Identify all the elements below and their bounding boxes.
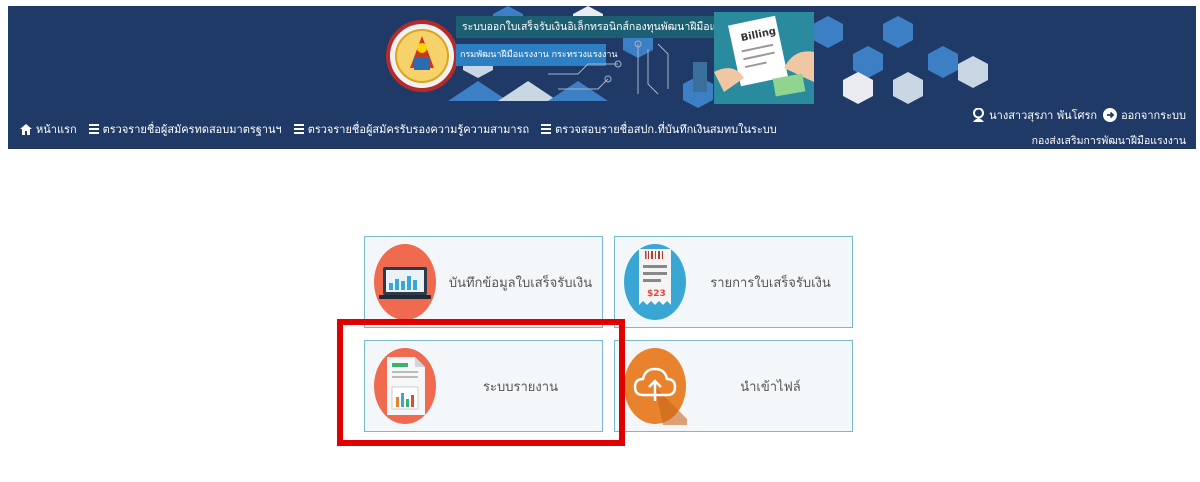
- circuit-decoration: [548, 40, 707, 95]
- logout-button[interactable]: ออกจากระบบ: [1103, 106, 1186, 124]
- card-import-file-label: นำเข้าไฟล์: [740, 379, 801, 395]
- nav-contribution-label: ตรวจสอบรายชื่อสปก.ที่บันทึกเงินสมทบในระบ…: [555, 123, 777, 136]
- logout-label: ออกจากระบบ: [1121, 109, 1186, 122]
- card-import-file[interactable]: นำเข้าไฟล์: [614, 340, 853, 432]
- nav-home[interactable]: หน้าแรก: [20, 120, 77, 138]
- laptop-chart-icon: [374, 244, 436, 320]
- receipt-amount: $23: [647, 289, 666, 299]
- billing-illustration: Billing: [714, 12, 814, 104]
- list-icon: [293, 124, 304, 134]
- logout-icon: [1103, 108, 1118, 122]
- nav-competency-applicants[interactable]: ตรวจรายชื่อผู้สมัครรับรองความรู้ความสามา…: [293, 120, 530, 138]
- card-record-receipt[interactable]: บันทึกข้อมูลใบเสร็จรับเงิน: [364, 236, 603, 328]
- card-receipt-list-label: รายการใบเสร็จรับเงิน: [710, 275, 831, 291]
- card-receipt-list[interactable]: $23 รายการใบเสร็จรับเงิน: [614, 236, 853, 328]
- department-seal-logo: [386, 20, 458, 92]
- nav-contribution-check[interactable]: ตรวจสอบรายชื่อสปก.ที่บันทึกเงินสมทบในระบ…: [541, 120, 777, 138]
- main-nav: หน้าแรก ตรวจรายชื่อผู้สมัครทดสอบมาตรฐานฯ…: [20, 119, 777, 139]
- user-profile-link[interactable]: นางสาวสุรภา พันโศรก: [972, 106, 1097, 124]
- card-report-system-label: ระบบรายงาน: [483, 379, 558, 395]
- list-icon: [88, 124, 99, 134]
- user-icon: [973, 108, 985, 122]
- nav-competency-label: ตรวจรายชื่อผู้สมัครรับรองความรู้ความสามา…: [307, 123, 530, 136]
- home-icon: [20, 123, 32, 135]
- nav-standard-test-applicants[interactable]: ตรวจรายชื่อผู้สมัครทดสอบมาตรฐานฯ: [88, 120, 282, 138]
- user-organization: กองส่งเสริมการพัฒนาฝีมือแรงงาน: [1031, 135, 1186, 147]
- receipt-icon: $23: [624, 244, 686, 320]
- cloud-upload-icon: [624, 348, 687, 425]
- nav-home-label: หน้าแรก: [36, 123, 77, 136]
- user-name: นางสาวสุรภา พันโศรก: [989, 109, 1098, 122]
- card-report-system[interactable]: ระบบรายงาน: [364, 340, 603, 432]
- nav-standard-test-label: ตรวจรายชื่อผู้สมัครทดสอบมาตรฐานฯ: [102, 123, 282, 136]
- user-area: นางสาวสุรภา พันโศรก ออกจากระบบ กองส่งเสร…: [972, 106, 1186, 149]
- list-icon: [541, 124, 552, 134]
- card-record-receipt-label: บันทึกข้อมูลใบเสร็จรับเงิน: [448, 275, 593, 291]
- report-document-icon: [374, 348, 436, 424]
- header-banner: ระบบออกใบเสร็จรับเงินอิเล็กทรอนิกส์กองทุ…: [8, 6, 1196, 149]
